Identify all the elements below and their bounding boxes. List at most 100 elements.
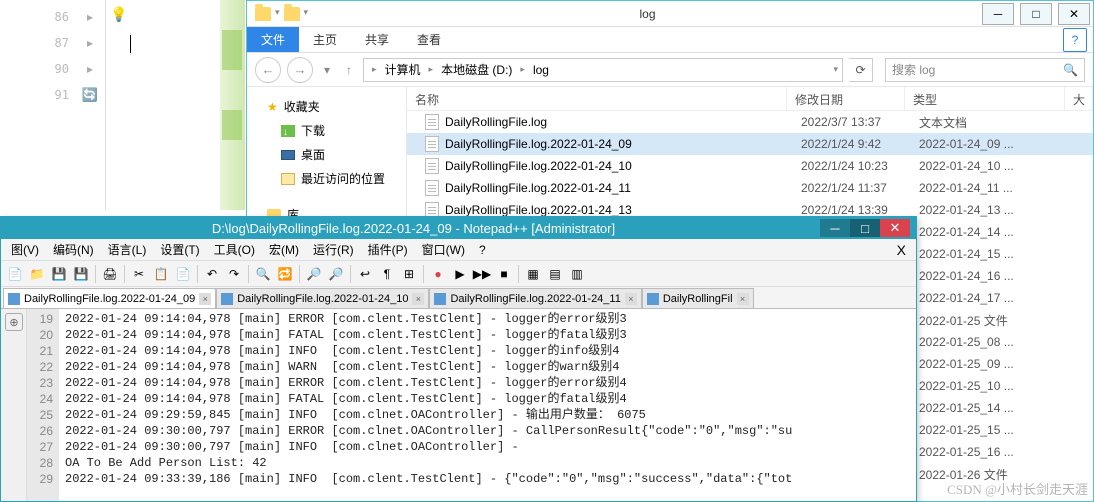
dropdown-icon[interactable]: ▾ <box>275 7 280 21</box>
document-tab[interactable]: DailyRollingFile.log.2022-01-24_11× <box>429 288 641 308</box>
file-type: 文本文档 <box>919 114 1093 131</box>
npp-title-text: D:\log\DailyRollingFile.log.2022-01-24_0… <box>7 221 820 236</box>
tab-label: DailyRollingFile.log.2022-01-24_10 <box>237 293 408 305</box>
undo-icon[interactable]: ↶ <box>202 264 222 284</box>
npp-titlebar[interactable]: D:\log\DailyRollingFile.log.2022-01-24_0… <box>1 217 916 239</box>
breadcrumb-seg[interactable]: 本地磁盘 (D:) <box>437 61 516 78</box>
menu-item[interactable]: 工具(O) <box>208 239 261 260</box>
document-tab[interactable]: DailyRollingFil× <box>642 288 754 308</box>
cut-icon[interactable]: ✂ <box>129 264 149 284</box>
file-name: DailyRollingFile.log.2022-01-24_10 <box>445 159 801 173</box>
zoom-out-icon[interactable]: 🔎 <box>326 264 346 284</box>
notepadpp-window: D:\log\DailyRollingFile.log.2022-01-24_0… <box>0 216 917 502</box>
minimize-button[interactable]: ─ <box>982 3 1014 25</box>
file-type: 2022-01-26 文件 <box>919 466 1093 483</box>
tab-close-icon[interactable]: × <box>199 293 211 305</box>
sidebar-desktop[interactable]: 桌面 <box>247 143 406 167</box>
save-icon[interactable]: 💾 <box>49 264 69 284</box>
menu-item[interactable]: 语言(L) <box>102 239 153 260</box>
address-bar[interactable]: ▸ 计算机 ▸ 本地磁盘 (D:) ▸ log ▾ <box>363 58 843 82</box>
maximize-button[interactable]: □ <box>850 219 880 237</box>
sync-icon[interactable]: 🔄 <box>81 87 99 103</box>
file-row[interactable]: DailyRollingFile.log.2022-01-24_112022/1… <box>407 177 1093 199</box>
wordwrap-icon[interactable]: ↩ <box>355 264 375 284</box>
search-input[interactable]: 搜索 log 🔍 <box>885 58 1085 82</box>
stop-icon[interactable]: ■ <box>494 264 514 284</box>
file-type: 2022-01-24_15 ... <box>919 247 1093 261</box>
indent-guide-icon[interactable]: ⊞ <box>399 264 419 284</box>
menu-item[interactable]: 窗口(W) <box>416 239 471 260</box>
record-macro-icon[interactable]: ● <box>428 264 448 284</box>
menu-item[interactable]: 图(V) <box>5 239 45 260</box>
col-size[interactable]: 大 <box>1065 87 1093 110</box>
menu-item[interactable]: 设置(T) <box>154 239 205 260</box>
lightbulb-icon[interactable]: 💡 <box>110 6 127 23</box>
fold-icon[interactable]: ▸ <box>81 62 99 76</box>
sidebar-downloads[interactable]: 下载 <box>247 119 406 143</box>
fold-icon[interactable]: ▸ <box>81 36 99 50</box>
copy-icon[interactable]: 📋 <box>151 264 171 284</box>
show-all-chars-icon[interactable]: ¶ <box>377 264 397 284</box>
new-file-icon[interactable]: 📄 <box>5 264 25 284</box>
ribbon-tab-file[interactable]: 文件 <box>247 27 299 52</box>
col-date[interactable]: 修改日期 <box>787 87 905 110</box>
document-tab[interactable]: DailyRollingFile.log.2022-01-24_10 × <box>216 288 429 308</box>
ribbon-tab-home[interactable]: 主页 <box>299 27 351 52</box>
back-button[interactable]: ← <box>255 57 281 83</box>
file-row[interactable]: DailyRollingFile.log.2022-01-24_102022/1… <box>407 155 1093 177</box>
help-button[interactable]: ? <box>1063 28 1087 52</box>
fold-icon[interactable]: ▸ <box>81 10 99 24</box>
replace-icon[interactable]: 🔁 <box>275 264 295 284</box>
forward-button[interactable]: → <box>287 57 313 83</box>
file-row[interactable]: DailyRollingFile.log.2022-01-24_092022/1… <box>407 133 1093 155</box>
paste-icon[interactable]: 📄 <box>173 264 193 284</box>
sidebar-recent[interactable]: 最近访问的位置 <box>247 167 406 191</box>
menu-item[interactable]: 编码(N) <box>47 239 100 260</box>
explorer-titlebar[interactable]: ▾ ▾ log ─ □ ✕ <box>247 1 1093 27</box>
file-row[interactable]: DailyRollingFile.log2022/3/7 13:37文本文档 <box>407 111 1093 133</box>
breadcrumb-seg[interactable]: log <box>529 63 553 77</box>
open-file-icon[interactable]: 📁 <box>27 264 47 284</box>
find-icon[interactable]: 🔍 <box>253 264 273 284</box>
tab-close-icon[interactable]: × <box>737 293 749 305</box>
menu-item[interactable]: 插件(P) <box>362 239 414 260</box>
menu-item[interactable]: ? <box>473 241 492 259</box>
menu-item[interactable]: 宏(M) <box>263 239 305 260</box>
toggle-icon[interactable]: ▤ <box>545 264 565 284</box>
close-doc-button[interactable]: X <box>891 242 912 258</box>
save-all-icon[interactable]: 💾 <box>71 264 91 284</box>
col-name[interactable]: 名称 <box>407 87 787 110</box>
col-type[interactable]: 类型 <box>905 87 1065 110</box>
close-button[interactable]: ✕ <box>880 219 910 237</box>
up-button[interactable]: ↑ <box>341 60 357 80</box>
fast-forward-icon[interactable]: ▶▶ <box>472 264 492 284</box>
minimize-button[interactable]: ─ <box>820 219 850 237</box>
nav-bar: ← → ▾ ↑ ▸ 计算机 ▸ 本地磁盘 (D:) ▸ log ▾ ⟳ 搜索 l… <box>247 53 1093 87</box>
zoom-in-icon[interactable]: 🔎 <box>304 264 324 284</box>
sidebar-favorites[interactable]: ★收藏夹 <box>247 95 406 119</box>
npp-text-area[interactable]: 2022-01-24 09:14:04,978 [main] ERROR [co… <box>59 309 916 501</box>
breadcrumb-seg[interactable]: 计算机 <box>381 61 425 78</box>
line-number: 87 <box>0 36 81 50</box>
maximize-button[interactable]: □ <box>1020 3 1052 25</box>
toggle-icon[interactable]: ▦ <box>523 264 543 284</box>
menu-item[interactable]: 运行(R) <box>307 239 360 260</box>
file-icon <box>425 158 439 174</box>
redo-icon[interactable]: ↷ <box>224 264 244 284</box>
print-icon[interactable]: 🖨 <box>100 264 120 284</box>
refresh-button[interactable]: ⟳ <box>849 58 873 82</box>
play-macro-icon[interactable]: ▶ <box>450 264 470 284</box>
ribbon-tab-view[interactable]: 查看 <box>403 27 455 52</box>
line-number: 26 <box>27 423 53 439</box>
search-icon[interactable]: 🔍 <box>1063 63 1078 77</box>
toggle-icon[interactable]: ▥ <box>567 264 587 284</box>
collapse-icon[interactable]: ⊕ <box>5 313 23 331</box>
ribbon-tab-share[interactable]: 共享 <box>351 27 403 52</box>
dropdown-icon[interactable]: ▾ <box>304 7 309 21</box>
ide-minimap[interactable] <box>220 0 245 210</box>
tab-close-icon[interactable]: × <box>412 293 424 305</box>
tab-close-icon[interactable]: × <box>625 293 637 305</box>
document-tab[interactable]: DailyRollingFile.log.2022-01-24_09× <box>3 288 216 308</box>
close-button[interactable]: ✕ <box>1058 3 1090 25</box>
history-dropdown-icon[interactable]: ▾ <box>319 60 335 80</box>
